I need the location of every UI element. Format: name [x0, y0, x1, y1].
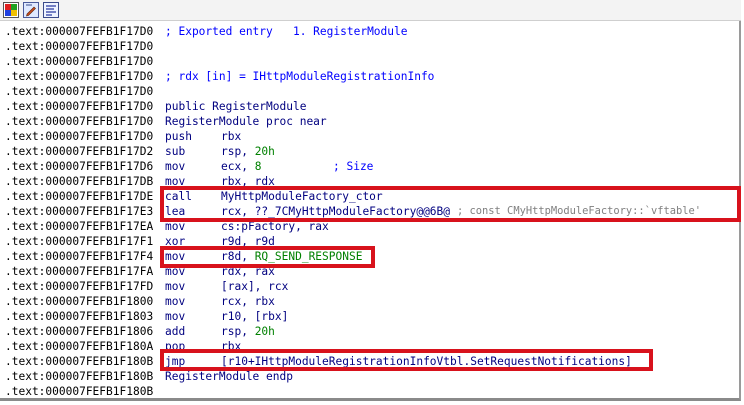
address-label: .text:000007FEFB1F17D0 [5, 55, 154, 68]
operands: cs:pFactory, rax [221, 220, 329, 233]
listing-line[interactable]: .text:000007FEFB1F17D0 push rbx [0, 129, 741, 144]
address-label: .text:000007FEFB1F17D0 [5, 115, 154, 128]
disassembly-window: .text:000007FEFB1F17D0 ; Exported entry 1… [0, 0, 741, 401]
address-label: .text:000007FEFB1F17D0 [5, 130, 154, 143]
mnemonic: call [165, 190, 192, 203]
inline-comment: ; Size [333, 160, 374, 173]
listing-line[interactable]: .text:000007FEFB1F17D2 sub rsp, 20h [0, 144, 741, 159]
operands: MyHttpModuleFactory_ctor [221, 190, 383, 203]
mnemonic: push [165, 130, 192, 143]
address-label: .text:000007FEFB1F17D0 [5, 85, 154, 98]
operands: rbx [221, 130, 242, 143]
mnemonic: jmp [165, 355, 186, 368]
listing-line[interactable]: .text:000007FEFB1F17F4 mov r8d, RQ_SEND_RE… [0, 249, 741, 264]
listing-line[interactable]: .text:000007FEFB1F17EA mov cs:pFactory, ra… [0, 219, 741, 234]
mnemonic: add [165, 325, 186, 338]
mnemonic: mov [165, 295, 186, 308]
listing-line[interactable]: .text:000007FEFB1F1803 mov r10, [rbx] [0, 309, 741, 324]
listing-line[interactable]: .text:000007FEFB1F17F1 xor r9d, r9d [0, 234, 741, 249]
mnemonic: mov [165, 265, 186, 278]
listing-line[interactable]: .text:000007FEFB1F180A pop rbx [0, 339, 741, 354]
listing-line[interactable]: .text:000007FEFB1F17D0 RegisterModule pro… [0, 114, 741, 129]
operands: r9d, r9d [221, 235, 275, 248]
address-label: .text:000007FEFB1F17D2 [5, 145, 154, 158]
operands: rbx [221, 340, 242, 353]
listing-line[interactable]: .text:000007FEFB1F1800 mov rcx, rbx [0, 294, 741, 309]
operands: rsp, 20h [221, 325, 275, 338]
address-label: .text:000007FEFB1F1806 [5, 325, 154, 338]
operands: r8d, RQ_SEND_RESPONSE [221, 250, 363, 263]
comment-text: ; rdx [in] = IHttpModuleRegistrationInfo [165, 70, 435, 83]
address-label: .text:000007FEFB1F17F1 [5, 235, 154, 248]
operands: rcx, ??_7CMyHttpModuleFactory@@6B@ [221, 205, 451, 218]
mnemonic: xor [165, 235, 186, 248]
listing-line[interactable]: .text:000007FEFB1F17D0 ; rdx [in] = IHttp… [0, 69, 741, 84]
address-label: .text:000007FEFB1F180B [5, 355, 154, 368]
listing-line[interactable]: .text:000007FEFB1F17D0 [0, 84, 741, 99]
listing-line[interactable]: .text:000007FEFB1F17DE call MyHttpModuleFa… [0, 189, 741, 204]
listing-line[interactable]: .text:000007FEFB1F17D0 [0, 39, 741, 54]
address-label: .text:000007FEFB1F180B [5, 385, 154, 398]
toolbar [0, 0, 741, 21]
operands: rbx, rdx [221, 175, 275, 188]
listing-line[interactable]: .text:000007FEFB1F1806 add rsp, 20h [0, 324, 741, 339]
operands: [r10+IHttpModuleRegistrationInfoVtbl.Set… [221, 355, 632, 368]
listing-line[interactable]: .text:000007FEFB1F17D0 ; Exported entry 1… [0, 24, 741, 39]
edit-icon[interactable] [23, 2, 39, 18]
address-label: .text:000007FEFB1F17FD [5, 280, 154, 293]
address-label: .text:000007FEFB1F17D0 [5, 25, 154, 38]
listing-line[interactable]: .text:000007FEFB1F180B jmp [r10+IHttpModul… [0, 354, 741, 369]
disassembly-listing[interactable]: .text:000007FEFB1F17D0 ; Exported entry 1… [0, 24, 741, 399]
mnemonic: mov [165, 250, 186, 263]
directive-text: RegisterModule endp [165, 370, 293, 383]
address-label: .text:000007FEFB1F180B [5, 370, 154, 383]
operands: rdx, rax [221, 265, 275, 278]
address-label: .text:000007FEFB1F17FA [5, 265, 154, 278]
address-label: .text:000007FEFB1F17E3 [5, 205, 154, 218]
mnemonic: pop [165, 340, 186, 353]
address-label: .text:000007FEFB1F1800 [5, 295, 154, 308]
operands: rsp, 20h [221, 145, 275, 158]
listing-line[interactable]: .text:000007FEFB1F17D0 [0, 54, 741, 69]
mnemonic: mov [165, 160, 186, 173]
operands: [rax], rcx [221, 280, 289, 293]
address-label: .text:000007FEFB1F1803 [5, 310, 154, 323]
directive-text: public RegisterModule [165, 100, 307, 113]
listing-line[interactable]: .text:000007FEFB1F180B RegisterModule end… [0, 369, 741, 384]
mnemonic: mov [165, 220, 186, 233]
operands: r10, [rbx] [221, 310, 289, 323]
graph-icon[interactable] [43, 2, 59, 18]
mnemonic: mov [165, 175, 186, 188]
listing-line[interactable]: .text:000007FEFB1F17FA mov rdx, rax [0, 264, 741, 279]
address-label: .text:000007FEFB1F17D6 [5, 160, 154, 173]
operands: rcx, rbx [221, 295, 275, 308]
listing-line[interactable]: .text:000007FEFB1F17D6 mov ecx, 8 ; Size [0, 159, 741, 174]
listing-line[interactable]: .text:000007FEFB1F17FD mov [rax], rcx [0, 279, 741, 294]
comment-text: ; Exported entry 1. RegisterModule [165, 25, 408, 38]
listing-line[interactable]: .text:000007FEFB1F17DB mov rbx, rdx [0, 174, 741, 189]
address-label: .text:000007FEFB1F17DB [5, 175, 154, 188]
address-label: .text:000007FEFB1F17D0 [5, 100, 154, 113]
listing-line[interactable]: .text:000007FEFB1F17D0 public RegisterMod… [0, 99, 741, 114]
address-label: .text:000007FEFB1F17DE [5, 190, 154, 203]
mnemonic: lea [165, 205, 186, 218]
mnemonic: mov [165, 280, 186, 293]
mnemonic: sub [165, 145, 186, 158]
listing-line[interactable]: .text:000007FEFB1F180B [0, 384, 741, 399]
address-label: .text:000007FEFB1F17EA [5, 220, 154, 233]
listing-line[interactable]: .text:000007FEFB1F17E3 lea rcx, ??_7CMyHtt… [0, 204, 741, 219]
inline-comment-gray: ; const CMyHttpModuleFactory::`vftable' [457, 205, 701, 217]
address-label: .text:000007FEFB1F180A [5, 340, 154, 353]
operands: ecx, 8 [221, 160, 262, 173]
color-palette-icon[interactable] [3, 2, 19, 18]
mnemonic: mov [165, 310, 186, 323]
address-label: .text:000007FEFB1F17F4 [5, 250, 154, 263]
address-label: .text:000007FEFB1F17D0 [5, 70, 154, 83]
address-label: .text:000007FEFB1F17D0 [5, 40, 154, 53]
directive-text: RegisterModule proc near [165, 115, 327, 128]
